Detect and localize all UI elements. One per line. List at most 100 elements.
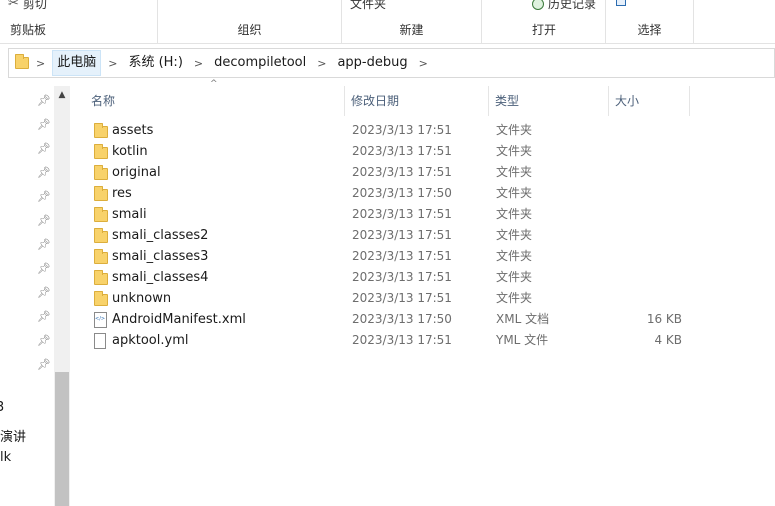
pin-icon[interactable]: 📌︎ [36, 92, 52, 116]
column-header-size[interactable]: 大小 [610, 86, 690, 116]
new-folder-label: 文件夹 [350, 0, 387, 11]
file-row[interactable]: res 2023/3/13 17:50 文件夹 [86, 183, 775, 204]
nav-item-clipped[interactable]: 演讲 [0, 426, 26, 445]
folder-icon [94, 207, 108, 222]
folder-icon [94, 249, 108, 264]
open-group: 历史记录 打开 [482, 0, 606, 43]
select-group-label: 选择 [637, 23, 662, 37]
file-row[interactable]: AndroidManifest.xml 2023/3/13 17:50 XML 文档… [86, 309, 775, 330]
history-button[interactable]: 历史记录 [532, 0, 596, 12]
chevron-right-icon[interactable]: > [412, 57, 435, 70]
pin-icon[interactable]: 📌︎ [36, 140, 52, 164]
file-row[interactable]: original 2023/3/13 17:51 文件夹 [86, 162, 775, 183]
column-divider[interactable] [689, 86, 690, 116]
pin-icon[interactable]: 📌︎ [36, 260, 52, 284]
file-icon [94, 333, 106, 349]
file-row[interactable]: smali_classes4 2023/3/13 17:51 文件夹 [86, 267, 775, 288]
file-name: smali_classes4 [112, 270, 209, 285]
pin-column: 📌︎ 📌︎ 📌︎ 📌︎ 📌︎ 📌︎ 📌︎ 📌︎ 📌︎ 📌︎ 📌︎ 📌︎ [36, 92, 52, 380]
file-date: 2023/3/13 17:50 [352, 312, 452, 326]
file-row[interactable]: unknown 2023/3/13 17:51 文件夹 [86, 288, 775, 309]
pin-icon[interactable]: 📌︎ [36, 332, 52, 356]
file-row[interactable]: apktool.yml 2023/3/13 17:51 YML 文件 4 KB [86, 330, 775, 351]
cut-button[interactable]: ✂ 剪切 [8, 0, 47, 12]
address-bar[interactable]: > 此电脑 > 系统 (H:) > decompiletool > app-de… [8, 48, 775, 78]
clipboard-group: ✂ 剪切 剪贴板 [0, 0, 158, 43]
file-name: smali [112, 207, 147, 222]
file-type: 文件夹 [496, 270, 533, 284]
navigation-pane: 📌︎ 📌︎ 📌︎ 📌︎ 📌︎ 📌︎ 📌︎ 📌︎ 📌︎ 📌︎ 📌︎ 📌︎ 3 演讲… [0, 86, 70, 506]
file-type: 文件夹 [496, 144, 533, 158]
chevron-right-icon[interactable]: > [187, 57, 210, 70]
select-group: 选择 [606, 0, 694, 43]
folder-icon [94, 186, 108, 201]
pin-icon[interactable]: 📌︎ [36, 188, 52, 212]
pin-icon[interactable]: 📌︎ [36, 356, 52, 380]
open-group-label: 打开 [532, 23, 557, 37]
file-type: XML 文档 [496, 312, 550, 326]
file-row[interactable]: kotlin 2023/3/13 17:51 文件夹 [86, 141, 775, 162]
history-icon [532, 0, 544, 10]
chevron-right-icon[interactable]: > [310, 57, 333, 70]
file-date: 2023/3/13 17:51 [352, 249, 452, 263]
file-type: 文件夹 [496, 165, 533, 179]
file-date: 2023/3/13 17:51 [352, 333, 452, 347]
breadcrumb-drive-h[interactable]: 系统 (H:) [124, 50, 186, 76]
file-name: unknown [112, 291, 172, 306]
file-date: 2023/3/13 17:51 [352, 291, 452, 305]
file-date: 2023/3/13 17:51 [352, 207, 452, 221]
file-name: apktool.yml [112, 333, 189, 348]
file-type: YML 文件 [496, 333, 549, 347]
column-divider[interactable] [608, 86, 609, 116]
scissors-icon: ✂ [8, 0, 19, 11]
chevron-right-icon[interactable]: > [101, 57, 124, 70]
pin-icon[interactable]: 📌︎ [36, 236, 52, 260]
file-date: 2023/3/13 17:51 [352, 228, 452, 242]
pin-icon[interactable]: 📌︎ [36, 116, 52, 140]
organize-group-label: 组织 [237, 23, 262, 37]
column-header-type[interactable]: 类型 [490, 86, 608, 116]
folder-icon [15, 54, 29, 69]
new-group: 文件夹 新建 [342, 0, 482, 43]
file-row[interactable]: smali_classes3 2023/3/13 17:51 文件夹 [86, 246, 775, 267]
file-name: smali_classes2 [112, 228, 209, 243]
scrollbar-thumb[interactable] [55, 372, 69, 506]
select-button[interactable] [616, 0, 626, 6]
file-name: smali_classes3 [112, 249, 209, 264]
file-type: 文件夹 [496, 186, 533, 200]
column-divider[interactable] [344, 86, 345, 116]
file-date: 2023/3/13 17:51 [352, 270, 452, 284]
column-header-name[interactable]: 名称 [86, 86, 344, 116]
column-header-date[interactable]: 修改日期 [346, 86, 488, 116]
file-row[interactable]: smali_classes2 2023/3/13 17:51 文件夹 [86, 225, 775, 246]
new-group-label: 新建 [399, 23, 424, 37]
scroll-up-arrow-icon[interactable]: ▲ [54, 90, 70, 100]
pin-icon[interactable]: 📌︎ [36, 308, 52, 332]
column-divider[interactable] [488, 86, 489, 116]
new-folder-button[interactable]: 文件夹 [350, 0, 386, 12]
pin-icon[interactable]: 📌︎ [36, 212, 52, 236]
file-date: 2023/3/13 17:50 [352, 186, 452, 200]
folder-icon [94, 144, 108, 159]
file-row[interactable]: smali 2023/3/13 17:51 文件夹 [86, 204, 775, 225]
nav-scrollbar[interactable]: ▲ [54, 86, 70, 506]
file-row[interactable]: assets 2023/3/13 17:51 文件夹 [86, 120, 775, 141]
file-date: 2023/3/13 17:51 [352, 144, 452, 158]
file-type: 文件夹 [496, 228, 533, 242]
breadcrumb-this-pc[interactable]: 此电脑 [52, 50, 102, 76]
file-rows: assets 2023/3/13 17:51 文件夹 kotlin 2023/3/13 … [86, 120, 775, 351]
pin-icon[interactable]: 📌︎ [36, 284, 52, 308]
breadcrumb-decompiletool[interactable]: decompiletool [210, 50, 310, 76]
cut-label: 剪切 [22, 0, 47, 11]
file-name: assets [112, 123, 154, 138]
nav-item-clipped[interactable]: lk [0, 450, 11, 465]
pin-icon[interactable]: 📌︎ [36, 164, 52, 188]
nav-item-clipped[interactable]: 3 [0, 400, 4, 415]
breadcrumb-app-debug[interactable]: app-debug [333, 50, 411, 76]
file-name: kotlin [112, 144, 148, 159]
column-header-row: ^ 名称 修改日期 类型 大小 [86, 79, 775, 116]
chevron-right-icon[interactable]: > [29, 57, 52, 70]
folder-icon [94, 165, 108, 180]
file-size: 16 KB [646, 312, 682, 326]
organize-group: 组织 [158, 0, 342, 43]
